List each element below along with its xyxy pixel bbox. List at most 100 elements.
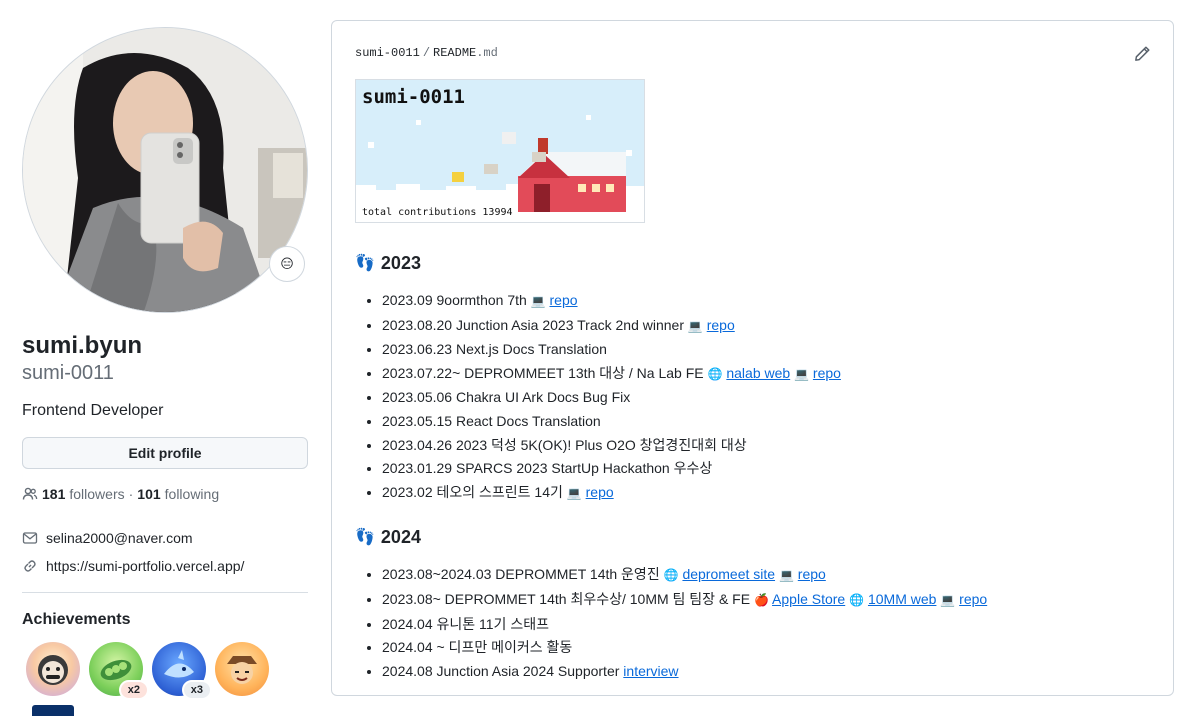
- globe-icon: 🌐: [707, 366, 723, 381]
- repo-link[interactable]: repo: [959, 591, 987, 607]
- banner-title: sumi-0011: [362, 86, 465, 108]
- laptop-icon: 💻: [687, 318, 703, 333]
- followers-link[interactable]: 181 followers: [42, 486, 125, 502]
- interview-link[interactable]: interview: [623, 663, 678, 679]
- profile-details: selina2000@naver.com https://sumi-portfo…: [22, 524, 308, 580]
- item-text: 2023.05.06 Chakra UI Ark Docs Bug Fix: [382, 389, 631, 406]
- laptop-icon: 💻: [566, 485, 582, 500]
- following-count: 101: [137, 486, 161, 502]
- list-item: 2024.08 Junction Asia 2024 Supporter int…: [382, 660, 1155, 684]
- item-text: 2024.08 Junction Asia 2024 Supporter: [382, 662, 620, 679]
- list-item: 2023.01.29 SPARCS 2023 StartUp Hackathon…: [382, 457, 1155, 481]
- yolo-icon: [227, 656, 257, 684]
- readme-owner-link[interactable]: sumi-0011: [355, 46, 420, 60]
- laptop-icon: 💻: [530, 294, 546, 308]
- people-icon: [22, 487, 38, 500]
- item-text: 2024.04 ~ 디프만 메이커스 활동: [382, 639, 573, 656]
- contribution-banner: sumi-0011 total contributions 13994: [355, 79, 645, 223]
- list-item: 2023.05.15 React Docs Translation: [382, 410, 1155, 434]
- section-heading: 👣 2023: [355, 251, 1155, 275]
- 10mm-web-link[interactable]: 10MM web: [868, 591, 936, 607]
- achievement-badge[interactable]: [215, 642, 269, 696]
- breadcrumb-separator: /: [422, 46, 431, 60]
- laptop-icon: 💻: [940, 592, 956, 607]
- badge-count: x3: [181, 680, 212, 700]
- profile-name: sumi.byun: [22, 332, 143, 359]
- item-text: 2023.07.22~ DEPROMMEET 13th 대상 / Na Lab …: [382, 364, 704, 381]
- readme-content: 👣 2023 2023.09 9oormthon 7th 💻 repo 2023…: [355, 251, 1155, 683]
- list-item: 2023.05.06 Chakra UI Ark Docs Bug Fix: [382, 386, 1155, 410]
- email-link[interactable]: selina2000@naver.com: [46, 530, 193, 546]
- apple-store-link[interactable]: Apple Store: [772, 591, 845, 607]
- website-link[interactable]: https://sumi-portfolio.vercel.app/: [46, 558, 244, 574]
- avatar-photo: [23, 28, 307, 312]
- readme-file-ext: .md: [476, 46, 498, 60]
- timeline-list: 2023.08~2024.03 DEPROMMET 14th 운영진 🌐 dep…: [382, 563, 1155, 683]
- achievements-list: x2 x3: [22, 642, 308, 700]
- list-item: 2023.09 9oormthon 7th 💻 repo: [382, 289, 1155, 314]
- followers-label: followers: [69, 486, 125, 502]
- list-item: 2023.06.23 Next.js Docs Translation: [382, 338, 1155, 362]
- readme-card: sumi-0011/README.md sumi-0011 total cont…: [331, 20, 1174, 696]
- profile-login: sumi-0011: [22, 362, 114, 384]
- badge-count: x2: [118, 680, 149, 700]
- pencil-icon[interactable]: [1133, 45, 1151, 63]
- repo-link[interactable]: repo: [586, 484, 614, 500]
- section-year: 2024: [380, 526, 421, 547]
- repo-link[interactable]: repo: [707, 317, 735, 333]
- depromeet-site-link[interactable]: depromeet site: [682, 566, 775, 582]
- avatar-container: 😑: [22, 27, 308, 313]
- nalab-web-link[interactable]: nalab web: [726, 365, 790, 381]
- laptop-icon: 💻: [778, 568, 794, 583]
- list-item: 2023.02 테오의 스프린트 14기 💻 repo: [382, 481, 1155, 506]
- banner-footer: total contributions 13994: [362, 207, 513, 218]
- link-icon: [24, 560, 36, 572]
- following-label: following: [164, 486, 220, 502]
- profile-sidebar: 😑 sumi.byun sumi-0011 Frontend Developer…: [22, 27, 308, 700]
- sidebar-divider: [22, 592, 308, 593]
- achievement-badge[interactable]: [26, 642, 80, 696]
- item-text: 2023.08~ DEPROMMET 14th 최우수상/ 10MM 팀 팀장 …: [382, 590, 751, 607]
- repo-link[interactable]: repo: [813, 365, 841, 381]
- item-text: 2023.09 9oormthon 7th: [382, 292, 527, 308]
- edit-profile-button[interactable]: Edit profile: [22, 437, 308, 469]
- following-link[interactable]: 101 following: [137, 486, 219, 502]
- achievement-badge-partial[interactable]: [32, 705, 74, 716]
- item-text: 2023.08.20 Junction Asia 2023 Track 2nd …: [382, 316, 684, 333]
- footprints-icon: 👣: [355, 255, 375, 272]
- list-item: 2023.08.20 Junction Asia 2023 Track 2nd …: [382, 314, 1155, 339]
- achievement-badge[interactable]: x3: [152, 642, 212, 700]
- list-item: 2024.04 유니톤 11기 스태프: [382, 613, 1155, 637]
- item-text: 2024.04 유니톤 11기 스태프: [382, 615, 549, 632]
- repo-link[interactable]: repo: [550, 292, 578, 308]
- follow-stats: 181 followers · 101 following: [22, 486, 308, 502]
- pull-shark-icon: [38, 655, 68, 685]
- mail-icon: [22, 532, 38, 544]
- achievements-title: Achievements: [22, 611, 131, 628]
- website-item: https://sumi-portfolio.vercel.app/: [22, 552, 308, 580]
- readme-breadcrumb: sumi-0011/README.md: [355, 46, 498, 60]
- apple-icon: 🍎: [753, 592, 769, 607]
- section-year: 2023: [380, 252, 421, 273]
- email-item: selina2000@naver.com: [22, 524, 308, 552]
- list-item: 2023.08~2024.03 DEPROMMET 14th 운영진 🌐 dep…: [382, 563, 1155, 588]
- timeline-list: 2023.09 9oormthon 7th 💻 repo 2023.08.20 …: [382, 289, 1155, 505]
- footprints-icon: 👣: [355, 529, 375, 547]
- achievement-badge[interactable]: x2: [89, 642, 149, 700]
- repo-link[interactable]: repo: [798, 566, 826, 582]
- set-status-button[interactable]: 😑: [269, 246, 305, 282]
- globe-icon: 🌐: [663, 568, 679, 583]
- list-item: 2023.04.26 2023 덕성 5K(OK)! Plus O2O 창업경진…: [382, 434, 1155, 458]
- item-text: 2023.04.26 2023 덕성 5K(OK)! Plus O2O 창업경진…: [382, 436, 747, 453]
- list-item: 2023.07.22~ DEPROMMEET 13th 대상 / Na Lab …: [382, 362, 1155, 387]
- laptop-icon: 💻: [794, 366, 810, 381]
- readme-file-name: README: [433, 46, 477, 60]
- list-item: 2023.08~ DEPROMMET 14th 최우수상/ 10MM 팀 팀장 …: [382, 588, 1155, 613]
- status-emoji-icon: 😑: [280, 256, 294, 271]
- item-text: 2023.01.29 SPARCS 2023 StartUp Hackathon…: [382, 460, 713, 477]
- avatar[interactable]: [22, 27, 308, 313]
- profile-bio: Frontend Developer: [22, 402, 164, 419]
- section-heading: 👣 2024: [355, 525, 1155, 549]
- item-text: 2023.05.15 React Docs Translation: [382, 412, 601, 429]
- globe-icon: 🌐: [849, 592, 865, 607]
